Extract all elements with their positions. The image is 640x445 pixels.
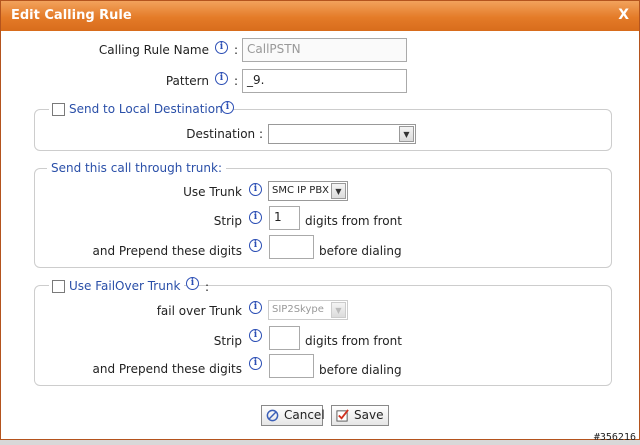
failover-legend-text: Use FailOver Trunk <box>69 279 181 293</box>
rule-name-colon: : <box>234 43 239 57</box>
rule-name-input[interactable]: CallPSTN <box>242 38 407 62</box>
close-icon[interactable]: X <box>618 7 629 23</box>
strip-input[interactable]: 1 <box>269 206 300 230</box>
pattern-input[interactable]: _9. <box>242 69 407 93</box>
cancel-button[interactable]: Cancel <box>261 405 325 426</box>
failover-colon: : <box>205 280 210 294</box>
info-icon[interactable]: i <box>215 72 228 85</box>
failover-strip-suffix: digits from front <box>305 334 402 348</box>
use-trunk-label: Use Trunk <box>183 185 242 199</box>
failover-trunk-value: SIP2Skype <box>272 304 324 315</box>
strip-suffix: digits from front <box>305 214 402 228</box>
failover-checkbox[interactable] <box>52 280 65 293</box>
use-trunk-value: SMC IP PBX <box>272 185 330 196</box>
cancel-icon <box>266 409 279 422</box>
prepend-suffix: before dialing <box>319 244 402 258</box>
strip-label: Strip <box>213 214 242 228</box>
destination-label: Destination : <box>186 127 263 141</box>
rule-name-label: Calling Rule Name <box>98 43 209 57</box>
failover-legend: Use FailOver Trunk <box>49 279 185 293</box>
info-icon[interactable]: i <box>249 211 262 224</box>
chevron-down-icon[interactable]: ▼ <box>399 126 414 142</box>
chevron-down-icon[interactable]: ▼ <box>331 302 346 318</box>
watermark: #356216 <box>593 432 636 443</box>
info-icon[interactable]: i <box>186 277 199 290</box>
cancel-button-label: Cancel <box>284 408 325 422</box>
edit-calling-rule-dialog: Edit Calling Rule X Calling Rule Name i … <box>0 0 640 440</box>
failover-trunk-select[interactable]: SIP2Skype ▼ <box>268 300 348 320</box>
save-button[interactable]: Save <box>331 405 389 426</box>
failover-prepend-label: and Prepend these digits <box>92 362 242 376</box>
pattern-label: Pattern <box>165 74 209 88</box>
info-icon[interactable]: i <box>249 239 262 252</box>
prepend-input[interactable] <box>269 235 314 259</box>
info-icon[interactable]: i <box>215 41 228 54</box>
dialog-titlebar[interactable]: Edit Calling Rule X <box>1 1 639 31</box>
info-icon[interactable]: i <box>249 357 262 370</box>
prepend-label: and Prepend these digits <box>92 244 242 258</box>
trunk-legend: Send this call through trunk: <box>47 161 226 175</box>
use-trunk-select[interactable]: SMC IP PBX ▼ <box>268 181 348 201</box>
failover-trunk-label: fail over Trunk <box>156 304 242 318</box>
local-destination-legend-text: Send to Local Destination <box>69 102 223 116</box>
failover-prepend-input[interactable] <box>269 354 314 378</box>
info-icon[interactable]: i <box>249 183 262 196</box>
info-icon[interactable]: i <box>221 101 234 114</box>
save-icon <box>336 409 349 422</box>
pattern-colon: : <box>234 74 239 88</box>
failover-strip-label: Strip <box>213 334 242 348</box>
destination-select[interactable]: ▼ <box>268 124 416 144</box>
info-icon[interactable]: i <box>249 329 262 342</box>
failover-prepend-suffix: before dialing <box>319 363 402 377</box>
local-destination-legend: Send to Local Destination <box>49 102 227 116</box>
save-button-label: Save <box>354 408 384 422</box>
chevron-down-icon[interactable]: ▼ <box>331 183 346 199</box>
dialog-title: Edit Calling Rule <box>11 8 132 23</box>
local-destination-checkbox[interactable] <box>52 103 65 116</box>
failover-strip-input[interactable] <box>269 326 300 350</box>
info-icon[interactable]: i <box>249 301 262 314</box>
